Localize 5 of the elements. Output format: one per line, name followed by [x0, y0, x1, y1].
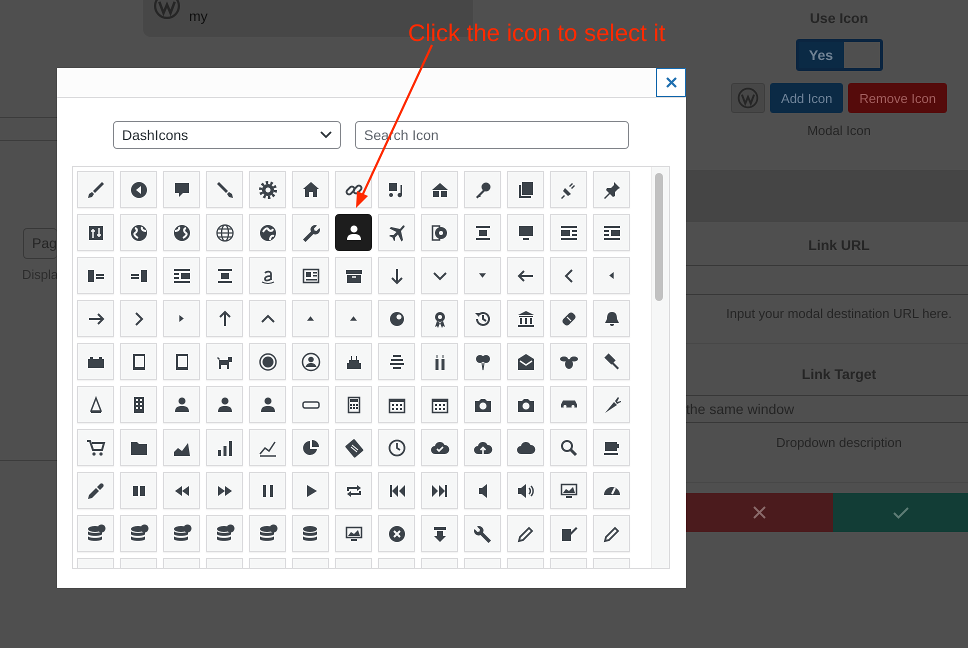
remove-icon-button[interactable]: Remove Icon — [848, 83, 947, 113]
add-icon-button[interactable]: Add Icon — [770, 83, 844, 113]
use-icon-toggle[interactable]: Yes — [796, 39, 882, 71]
icon-set-dropdown[interactable]: DashIcons — [113, 121, 341, 149]
annotation-text: Click the icon to select it — [408, 20, 666, 48]
